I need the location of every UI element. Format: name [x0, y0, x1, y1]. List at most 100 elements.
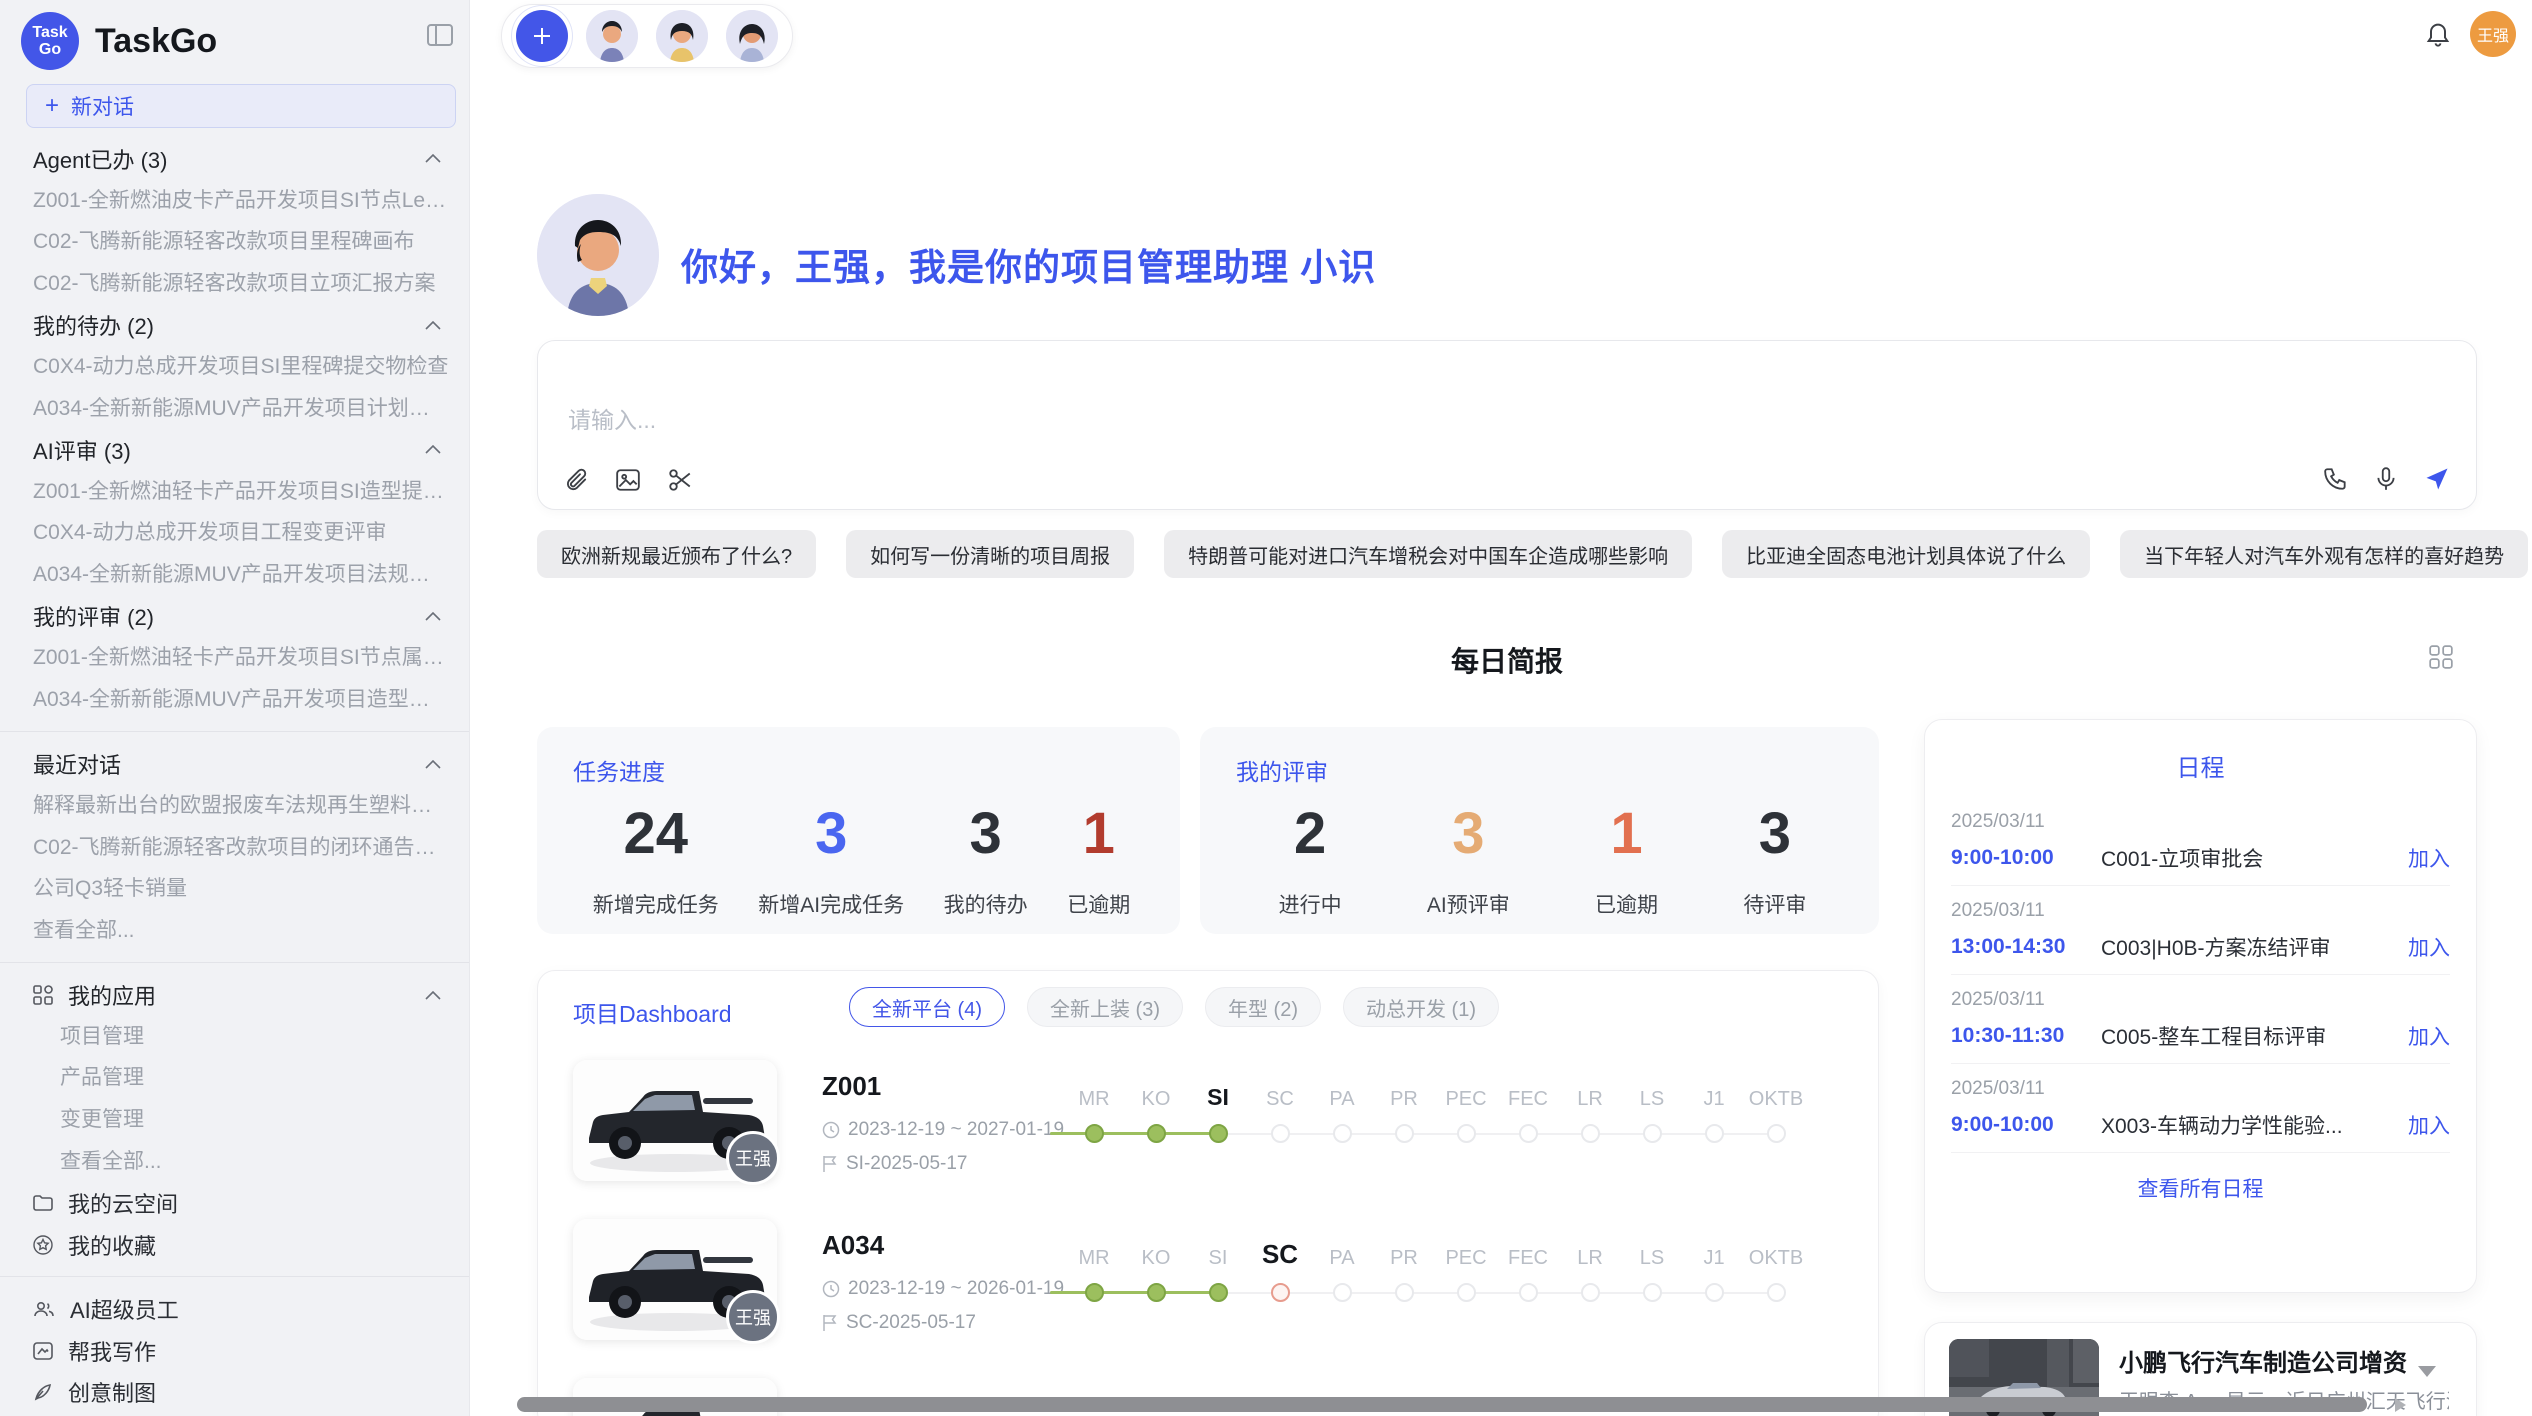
plus-icon — [530, 24, 554, 48]
recent-chat-item[interactable]: C02-飞腾新能源轻客改款项目的闭环通告反馈情况 — [0, 827, 469, 869]
new-chat-button[interactable]: + 新对话 — [26, 84, 456, 128]
milestone-dot — [1519, 1283, 1538, 1302]
star-badge-icon — [33, 1235, 53, 1255]
schedule-event: 2025/03/11 9:00-10:00 C001-立项审批会 加入 — [1951, 797, 2450, 886]
event-title: C003|H0B-方案冻结评审 — [2101, 932, 2396, 962]
milestone-chain: MR KO SI SC PA PR PEC FEC LR LS J1 OKTB — [1063, 1240, 1807, 1312]
horizontal-scrollbar-thumb[interactable] — [517, 1397, 2367, 1412]
schedule-event: 2025/03/11 13:00-14:30 C003|H0B-方案冻结评审 加… — [1951, 886, 2450, 975]
project-node-date: SI-2025-05-17 — [822, 1153, 967, 1175]
clock-icon — [822, 1280, 840, 1298]
milestone-dot — [1643, 1283, 1662, 1302]
user-avatar[interactable]: 王强 — [2470, 11, 2516, 57]
scroll-down-arrow-icon[interactable] — [2418, 1366, 2436, 1377]
suggestion-chip[interactable]: 如何写一份清晰的项目周报 — [846, 530, 1134, 578]
section-ai-review[interactable]: AI评审 (3) — [0, 429, 469, 471]
chevron-up-icon — [425, 991, 441, 1000]
suggestion-chip[interactable]: 当下年轻人对汽车外观有怎样的喜好趋势 — [2120, 530, 2528, 578]
sidebar-item-creative-drawing[interactable]: 创意制图 — [0, 1372, 469, 1414]
sidebar-item[interactable]: Z001-全新燃油轻卡产品开发项目SI节点属性5D文件评审 — [0, 637, 469, 679]
microphone-icon[interactable] — [2373, 466, 2399, 492]
briefing-layout-icon[interactable] — [2428, 644, 2454, 670]
clock-icon — [822, 1121, 840, 1139]
owner-name: 王强 — [735, 1304, 771, 1330]
join-event-link[interactable]: 加入 — [2408, 843, 2450, 873]
milestone-dot — [1519, 1124, 1538, 1143]
join-event-link[interactable]: 加入 — [2408, 1110, 2450, 1140]
suggestion-chip[interactable]: 欧洲新规最近颁布了什么? — [537, 530, 816, 578]
agent-avatar[interactable] — [656, 10, 708, 62]
sidebar-item-cloud-space[interactable]: 我的云空间 — [0, 1182, 469, 1224]
chevron-up-icon — [425, 760, 441, 769]
send-icon[interactable] — [2423, 465, 2451, 493]
tab-new-body[interactable]: 全新上装 (3) — [1027, 987, 1183, 1027]
tab-new-platform[interactable]: 全新平台 (4) — [849, 987, 1005, 1027]
view-all-apps-link[interactable]: 查看全部... — [0, 1141, 469, 1183]
milestone-dot — [1457, 1124, 1476, 1143]
suggestion-chip[interactable]: 比亚迪全固态电池计划具体说了什么 — [1722, 530, 2090, 578]
my-review-card: 我的评审 2 进行中 3 AI预评审 1 已逾期 3 待评审 — [1200, 727, 1879, 934]
section-label: 我的待办 (2) — [33, 309, 154, 341]
app-title: TaskGo — [95, 22, 217, 61]
app-item-project-management[interactable]: 项目管理 — [0, 1016, 469, 1058]
sidebar-item[interactable]: Z001-全新燃油轻卡产品开发项目SI造型提交物评审 — [0, 471, 469, 513]
milestone: PA — [1311, 1240, 1373, 1302]
collapse-sidebar-icon[interactable] — [427, 24, 453, 46]
attach-image-icon[interactable] — [615, 467, 641, 493]
owner-name: 王强 — [735, 1145, 771, 1171]
sidebar-item[interactable]: C0X4-动力总成开发项目SI里程碑提交物检查 — [0, 346, 469, 388]
project-code: Z001 — [822, 1071, 881, 1102]
recent-chat-item[interactable]: 解释最新出台的欧盟报废车法规再生塑料比例被调至15%... — [0, 785, 469, 827]
stat-ai-pre-review: 3 AI预评审 — [1427, 805, 1510, 919]
chat-input[interactable] — [538, 341, 2476, 449]
section-my-todo[interactable]: 我的待办 (2) — [0, 304, 469, 346]
join-event-link[interactable]: 加入 — [2408, 1021, 2450, 1051]
sidebar-item[interactable]: C02-飞腾新能源轻客改款项目里程碑画布 — [0, 221, 469, 263]
notifications-bell-icon[interactable] — [2424, 20, 2452, 48]
tab-powertrain[interactable]: 动总开发 (1) — [1343, 987, 1499, 1027]
session-switcher — [501, 4, 793, 68]
scroll-right-arrow-icon[interactable] — [2395, 1398, 2406, 1412]
agent-avatar[interactable] — [586, 10, 638, 62]
milestone: OKTB — [1745, 1240, 1807, 1302]
section-my-apps[interactable]: 我的应用 — [0, 974, 469, 1016]
app-item-product-management[interactable]: 产品管理 — [0, 1057, 469, 1099]
project-date-range: 2023-12-19 ~ 2026-01-19 — [822, 1278, 1064, 1300]
stat-value: 24 — [624, 805, 689, 863]
sidebar-item-label: 我的云空间 — [68, 1187, 178, 1219]
scissors-icon[interactable] — [667, 467, 693, 493]
sidebar-item[interactable]: Z001-全新燃油皮卡产品开发项目SI节点Lesson Learn报告 — [0, 180, 469, 222]
add-session-button[interactable] — [516, 10, 568, 62]
section-agent-done[interactable]: Agent已办 (3) — [0, 138, 469, 180]
attach-file-icon[interactable] — [563, 467, 589, 493]
view-all-chats-link[interactable]: 查看全部... — [0, 910, 469, 952]
tab-model-year[interactable]: 年型 (2) — [1205, 987, 1321, 1027]
sidebar-item[interactable]: A034-全新新能源MUV产品开发项目造型可行性评审 — [0, 679, 469, 721]
project-owner-badge: 王强 — [726, 1290, 780, 1344]
section-label: 我的评审 (2) — [33, 600, 154, 632]
sidebar-item[interactable]: C0X4-动力总成开发项目工程变更评审 — [0, 512, 469, 554]
app-item-change-management[interactable]: 变更管理 — [0, 1099, 469, 1141]
voice-call-icon[interactable] — [2323, 466, 2349, 492]
section-my-review[interactable]: 我的评审 (2) — [0, 596, 469, 638]
stat-value: 1 — [1610, 805, 1642, 863]
stat-value: 3 — [1759, 805, 1791, 863]
join-event-link[interactable]: 加入 — [2408, 932, 2450, 962]
sidebar-item-favorites[interactable]: 我的收藏 — [0, 1224, 469, 1266]
sidebar-item-help-me-write[interactable]: 帮我写作 — [0, 1330, 469, 1372]
suggestion-chip[interactable]: 特朗普可能对进口汽车增税会对中国车企造成哪些影响 — [1164, 530, 1692, 578]
stat-my-todo: 3 我的待办 — [944, 805, 1028, 919]
milestone: MR — [1063, 1240, 1125, 1302]
sidebar-item[interactable]: A034-全新新能源MUV产品开发项目法规符合性评审 — [0, 554, 469, 596]
milestone-dot — [1581, 1124, 1600, 1143]
sidebar-item[interactable]: A034-全新新能源MUV产品开发项目计划变更表编写 — [0, 388, 469, 430]
agent-avatar[interactable] — [726, 10, 778, 62]
section-recent-chats[interactable]: 最近对话 — [0, 743, 469, 785]
stat-label: 新增完成任务 — [593, 889, 719, 919]
stat-in-progress: 2 进行中 — [1279, 805, 1342, 919]
view-all-schedule-link[interactable]: 查看所有日程 — [1951, 1173, 2450, 1203]
sidebar-item-ai-super-staff[interactable]: AI超级员工 — [0, 1288, 469, 1330]
sidebar-item[interactable]: C02-飞腾新能源轻客改款项目立项汇报方案 — [0, 263, 469, 305]
recent-chat-item[interactable]: 公司Q3轻卡销量 — [0, 868, 469, 910]
milestone: LR — [1559, 1240, 1621, 1302]
